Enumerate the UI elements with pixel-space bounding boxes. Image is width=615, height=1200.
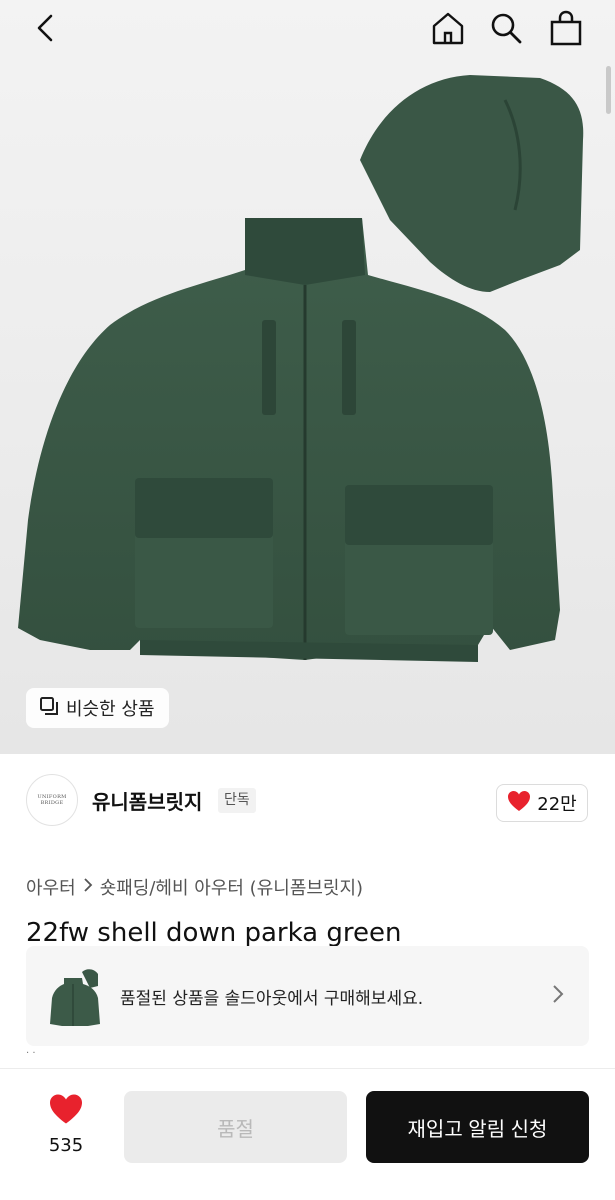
shopping-bag-icon: [549, 10, 583, 50]
scroll-indicator[interactable]: [606, 66, 611, 114]
brand-like-count: 22만: [537, 794, 577, 815]
search-icon: [489, 11, 523, 49]
chevron-right-icon: [551, 984, 565, 1008]
similar-products-button[interactable]: 비슷한 상품: [26, 688, 169, 728]
wishlist-button[interactable]: 535: [40, 1093, 92, 1161]
banner-product-thumbnail: [42, 964, 108, 1030]
breadcrumb: 아우터 숏패딩/헤비 아우터 (유니폼브릿지): [26, 874, 363, 900]
breadcrumb-subcategory[interactable]: 숏패딩/헤비 아우터 (유니폼브릿지): [100, 874, 363, 900]
heart-icon: [48, 1093, 84, 1129]
copy-icon: [38, 695, 60, 722]
heart-icon: [507, 790, 531, 817]
exclusive-badge: 단독: [218, 788, 256, 813]
restock-alert-button[interactable]: 재입고 알림 신청: [366, 1091, 589, 1163]
cart-button[interactable]: [546, 10, 586, 50]
brand-like-button[interactable]: 22만: [496, 784, 588, 822]
chevron-left-icon: [34, 13, 58, 47]
bottom-action-bar: 535 품절 재입고 알림 신청: [0, 1068, 615, 1200]
jacket-illustration: [18, 75, 584, 662]
brand-logo[interactable]: UNIFORM BRIDGE: [26, 774, 78, 826]
product-image[interactable]: 비슷한 상품: [0, 0, 615, 754]
brand-name[interactable]: 유니폼브릿지: [92, 786, 202, 815]
soldout-button: 품절: [124, 1091, 347, 1163]
back-button[interactable]: [26, 10, 66, 50]
home-button[interactable]: [428, 10, 468, 50]
chevron-right-icon: [82, 877, 94, 898]
soldout-banner-text: 품절된 상품을 솔드아웃에서 구매해보세요.: [120, 989, 424, 1009]
soldout-banner[interactable]: 품절된 상품을 솔드아웃에서 구매해보세요.: [26, 946, 589, 1046]
breadcrumb-category[interactable]: 아우터: [26, 874, 76, 900]
divider: · ·: [26, 1048, 36, 1059]
wishlist-count: 535: [48, 1135, 84, 1156]
brand-row: UNIFORM BRIDGE 유니폼브릿지 단독 22만: [0, 770, 615, 830]
brand-logo-text: UNIFORM BRIDGE: [37, 794, 67, 806]
top-navigation: [0, 0, 615, 64]
search-button[interactable]: [486, 10, 526, 50]
home-icon: [430, 10, 466, 50]
similar-products-label: 비슷한 상품: [66, 699, 155, 720]
